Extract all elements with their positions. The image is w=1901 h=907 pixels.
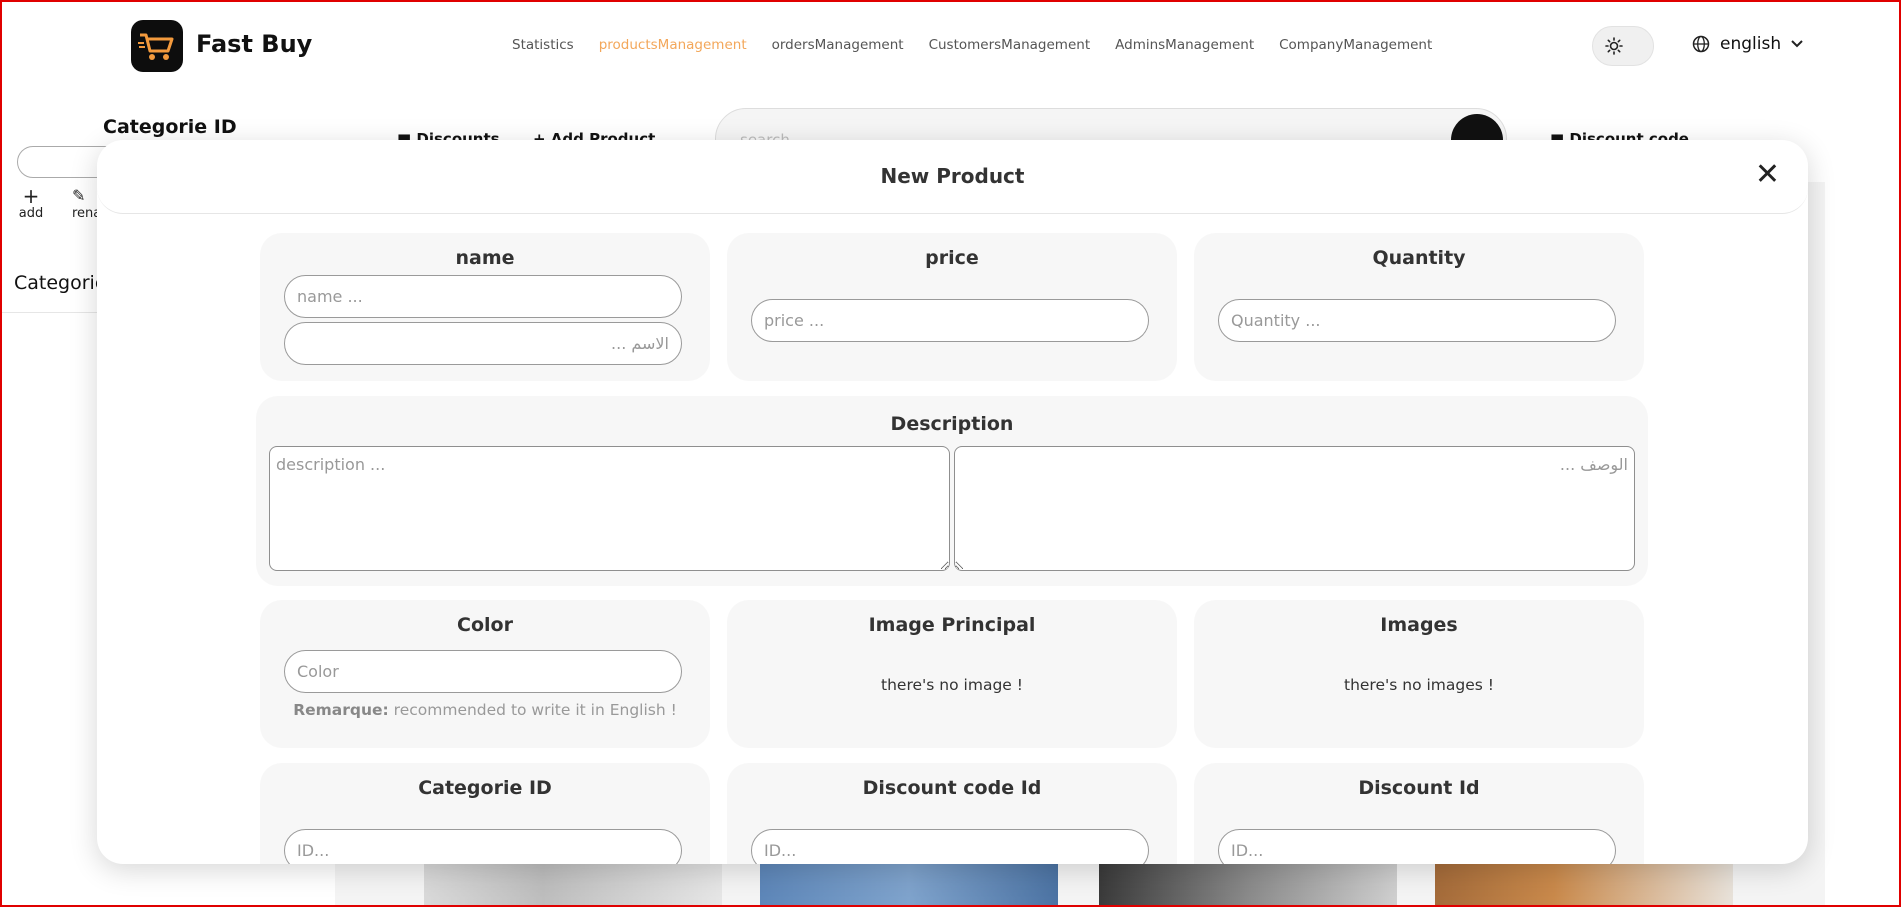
theme-toggle[interactable] xyxy=(1592,26,1654,66)
images-empty: there's no images ! xyxy=(1344,676,1494,694)
discount-code-id-title: Discount code Id xyxy=(862,777,1042,799)
new-product-modal: New Product ✕ name price Quantity Descri… xyxy=(97,140,1808,864)
price-card: price xyxy=(727,233,1177,381)
close-icon[interactable]: ✕ xyxy=(1755,160,1780,190)
remark-text: recommended to write it in English ! xyxy=(393,701,677,719)
name-title: name xyxy=(455,247,515,269)
divider xyxy=(0,312,100,313)
sun-icon xyxy=(1605,37,1623,55)
name-input-ar[interactable] xyxy=(284,322,682,365)
language-label: english xyxy=(1720,34,1782,54)
color-card: Color Remarque: recommended to write it … xyxy=(260,600,710,748)
nav-products-management[interactable]: productsManagement xyxy=(599,37,747,53)
main-nav: Statistics productsManagement ordersMana… xyxy=(512,37,1432,53)
categorie-id-card: Categorie ID xyxy=(260,763,710,864)
remark-label: Remarque: xyxy=(293,701,389,719)
nav-customers-management[interactable]: CustomersManagement xyxy=(929,37,1091,53)
product-image[interactable] xyxy=(1099,862,1397,907)
image-principal-card[interactable]: Image Principal there's no image ! xyxy=(727,600,1177,748)
plus-icon: + xyxy=(22,184,40,208)
description-input-en[interactable] xyxy=(269,446,950,571)
image-principal-empty: there's no image ! xyxy=(881,676,1023,694)
name-card: name xyxy=(260,233,710,381)
modal-header: New Product ✕ xyxy=(97,140,1808,214)
chevron-down-icon xyxy=(1791,40,1803,48)
nav-admins-management[interactable]: AdminsManagement xyxy=(1115,37,1254,53)
discount-code-id-input[interactable] xyxy=(751,829,1149,864)
name-input-en[interactable] xyxy=(284,275,682,318)
image-principal-title: Image Principal xyxy=(868,614,1036,636)
discount-id-card: Discount Id xyxy=(1194,763,1644,864)
discount-id-input[interactable] xyxy=(1218,829,1616,864)
discount-code-id-card: Discount code Id xyxy=(727,763,1177,864)
quantity-input[interactable] xyxy=(1218,299,1616,342)
color-remark: Remarque: recommended to write it in Eng… xyxy=(260,701,710,719)
nav-statistics[interactable]: Statistics xyxy=(512,37,574,53)
product-image[interactable] xyxy=(1435,862,1733,907)
nav-orders-management[interactable]: ordersManagement xyxy=(772,37,904,53)
add-category-button[interactable]: + add xyxy=(18,186,44,221)
modal-title: New Product xyxy=(880,164,1025,188)
categorie-id-title: Categorie ID xyxy=(418,777,552,799)
top-navbar: Fast Buy Statistics productsManagement o… xyxy=(0,0,1901,92)
quantity-card: Quantity xyxy=(1194,233,1644,381)
brand-name: Fast Buy xyxy=(196,30,313,58)
categorie-id-input[interactable] xyxy=(284,829,682,864)
price-title: price xyxy=(925,247,979,269)
description-input-ar[interactable] xyxy=(954,446,1635,571)
images-title: Images xyxy=(1380,614,1458,636)
color-input[interactable] xyxy=(284,650,682,693)
description-card: Description xyxy=(256,396,1648,586)
categories-heading: Categorie xyxy=(14,272,107,294)
product-image[interactable] xyxy=(424,862,722,907)
sidebar-categorie-title: Categorie ID xyxy=(103,116,237,138)
shopping-cart-icon[interactable] xyxy=(131,20,183,72)
add-label: add xyxy=(18,206,44,221)
globe-icon xyxy=(1692,35,1710,53)
language-selector[interactable]: english xyxy=(1692,34,1803,54)
product-image[interactable] xyxy=(760,862,1058,907)
images-card[interactable]: Images there's no images ! xyxy=(1194,600,1644,748)
description-title: Description xyxy=(890,413,1014,435)
nav-company-management[interactable]: CompanyManagement xyxy=(1279,37,1432,53)
price-input[interactable] xyxy=(751,299,1149,342)
quantity-title: Quantity xyxy=(1372,247,1466,269)
discount-id-title: Discount Id xyxy=(1358,777,1480,799)
color-title: Color xyxy=(457,614,513,636)
